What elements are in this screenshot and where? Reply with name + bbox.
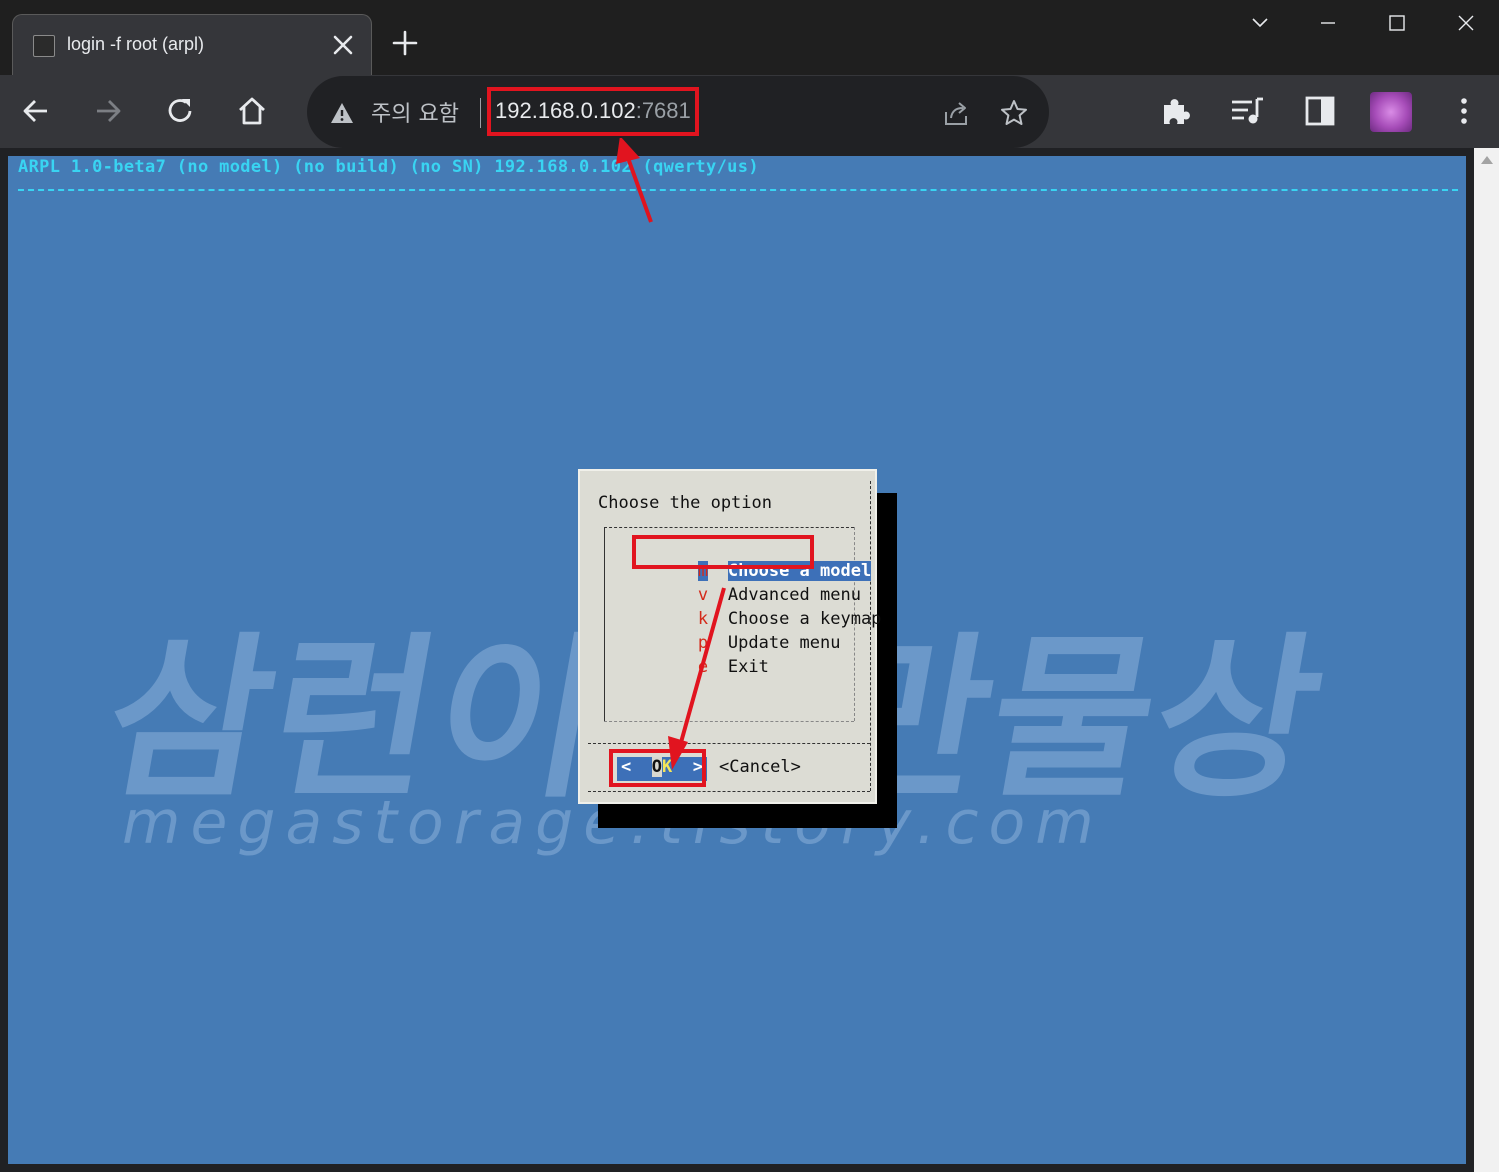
dialog-frame-bottom [588, 791, 870, 792]
arrow-left-icon[interactable] [18, 93, 54, 129]
side-panel-icon[interactable] [1302, 93, 1338, 129]
security-warning-label[interactable]: 주의 요함 [371, 96, 459, 128]
media-queue-icon[interactable] [1229, 93, 1265, 129]
puzzle-icon[interactable] [1158, 93, 1194, 129]
banner-divider [18, 189, 1458, 191]
kebab-menu-icon[interactable] [1446, 93, 1482, 129]
warning-triangle-icon[interactable] [329, 100, 355, 126]
reload-icon[interactable] [162, 93, 198, 129]
browser-toolbar: 주의 요함 192.168.0.102:7681 [0, 75, 1499, 148]
tab-strip: login -f root (arpl) [0, 0, 1499, 75]
annotation-arrow-to-ok [668, 587, 726, 770]
tab-search-chevron-icon[interactable] [1240, 10, 1280, 38]
dialog-prompt: Choose the option [598, 493, 772, 513]
url-highlight-box [487, 87, 699, 136]
star-icon[interactable] [999, 98, 1029, 128]
profile-avatar[interactable] [1370, 92, 1412, 132]
share-icon[interactable] [941, 98, 971, 128]
new-tab-button[interactable] [390, 28, 420, 58]
home-icon[interactable] [234, 93, 270, 129]
omnibox-separator [480, 98, 481, 128]
address-bar[interactable]: 주의 요함 192.168.0.102:7681 [307, 76, 1049, 148]
annotation-arrow-to-url [616, 138, 653, 223]
scroll-up-arrow-icon[interactable] [1481, 156, 1493, 164]
maximize-button[interactable] [1377, 10, 1417, 38]
selected-item-highlight-box [632, 535, 814, 569]
arrow-right-icon[interactable] [90, 93, 126, 129]
tab-title: login -f root (arpl) [67, 34, 205, 54]
menu-border-left [604, 527, 605, 721]
page-viewport: ARPL 1.0-beta7 (no model) (no build) (no… [0, 138, 1499, 1172]
close-window-button[interactable] [1446, 10, 1486, 38]
dialog-frame-right [870, 481, 871, 791]
minimize-button[interactable] [1308, 10, 1348, 38]
page-scrollbar[interactable] [1474, 148, 1499, 1172]
browser-tab[interactable]: login -f root (arpl) [12, 14, 372, 75]
menu-border-top [604, 527, 854, 528]
terminal-favicon-icon [33, 35, 55, 57]
close-tab-icon[interactable] [329, 31, 357, 59]
